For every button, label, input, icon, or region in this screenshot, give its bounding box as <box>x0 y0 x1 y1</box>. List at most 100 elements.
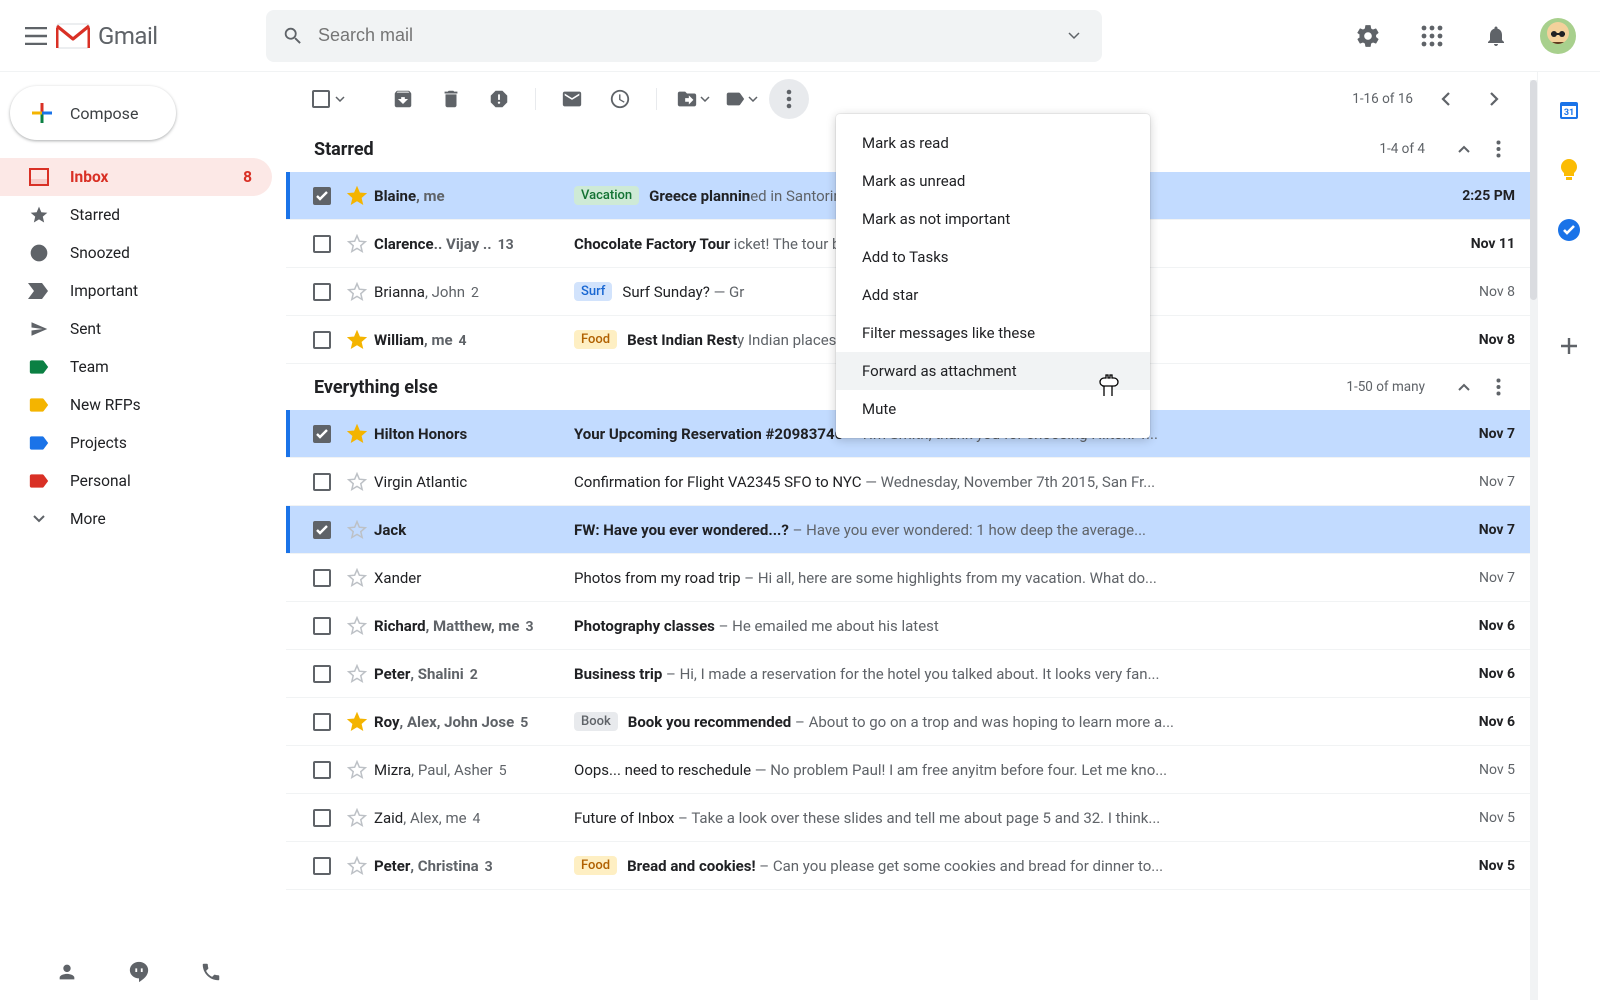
header-actions <box>1348 16 1576 56</box>
sidebar-item-label: More <box>70 510 106 528</box>
menu-item-mark-as-not-important[interactable]: Mark as not important <box>836 200 1150 238</box>
delete-icon[interactable] <box>431 79 471 119</box>
sidebar-item-snoozed[interactable]: Snoozed <box>0 234 272 272</box>
star-icon[interactable] <box>340 568 374 588</box>
search-options-icon[interactable] <box>1062 32 1086 40</box>
sidebar-item-more[interactable]: More <box>0 500 272 538</box>
row-checkbox[interactable] <box>304 809 340 827</box>
apps-icon[interactable] <box>1412 16 1452 56</box>
row-checkbox[interactable] <box>304 713 340 731</box>
labels-icon[interactable] <box>721 79 761 119</box>
row-checkbox[interactable] <box>304 857 340 875</box>
mail-row[interactable]: Peter, Christina3FoodBread and cookies! … <box>286 842 1537 890</box>
menu-icon[interactable] <box>16 16 56 56</box>
account-avatar[interactable] <box>1540 18 1576 54</box>
sidebar-item-new-rfps[interactable]: New RFPs <box>0 386 272 424</box>
star-icon[interactable] <box>340 616 374 636</box>
compose-button[interactable]: Compose <box>10 86 176 140</box>
chevron-up-icon[interactable] <box>1447 144 1481 154</box>
row-checkbox[interactable] <box>304 569 340 587</box>
sidebar-item-important[interactable]: Important <box>0 272 272 310</box>
label-chip[interactable]: Surf <box>574 282 612 301</box>
next-page-icon[interactable] <box>1479 91 1509 107</box>
label-icon <box>28 473 50 489</box>
snooze-icon[interactable] <box>600 79 640 119</box>
star-icon[interactable] <box>340 472 374 492</box>
row-checkbox[interactable] <box>304 665 340 683</box>
label-chip[interactable]: Book <box>574 712 618 731</box>
tasks-icon[interactable] <box>1557 218 1581 242</box>
star-icon[interactable] <box>340 520 374 540</box>
section-more-icon[interactable] <box>1481 140 1515 158</box>
star-icon[interactable] <box>340 760 374 780</box>
row-checkbox[interactable] <box>304 761 340 779</box>
row-checkbox[interactable] <box>304 473 340 491</box>
prev-page-icon[interactable] <box>1431 91 1461 107</box>
sidebar-item-projects[interactable]: Projects <box>0 424 272 462</box>
important-icon <box>28 283 50 299</box>
row-checkbox[interactable] <box>304 187 340 205</box>
menu-item-filter-messages-like-these[interactable]: Filter messages like these <box>836 314 1150 352</box>
row-date: Nov 11 <box>1445 236 1515 252</box>
sidebar-item-inbox[interactable]: Inbox8 <box>0 158 272 196</box>
sidebar-item-personal[interactable]: Personal <box>0 462 272 500</box>
mail-row[interactable]: Peter, Shalini2Business trip – Hi, I mad… <box>286 650 1537 698</box>
add-addon-icon[interactable] <box>1557 334 1581 358</box>
menu-item-add-star[interactable]: Add star <box>836 276 1150 314</box>
sidebar-item-sent[interactable]: Sent <box>0 310 272 348</box>
mail-row[interactable]: Zaid, Alex, me4Future of Inbox – Take a … <box>286 794 1537 842</box>
section-more-icon[interactable] <box>1481 378 1515 396</box>
row-checkbox[interactable] <box>304 235 340 253</box>
sender: Zaid, Alex, me4 <box>374 809 574 827</box>
mail-row[interactable]: Virgin AtlanticConfirmation for Flight V… <box>286 458 1537 506</box>
search-input[interactable] <box>318 25 1062 46</box>
move-to-icon[interactable] <box>673 79 713 119</box>
search-bar[interactable] <box>266 10 1102 62</box>
sidebar-item-team[interactable]: Team <box>0 348 272 386</box>
star-icon[interactable] <box>340 186 374 206</box>
mail-row[interactable]: Richard, Matthew, me3Photography classes… <box>286 602 1537 650</box>
row-checkbox[interactable] <box>304 283 340 301</box>
hangouts-icon[interactable] <box>128 960 150 984</box>
row-checkbox[interactable] <box>304 425 340 443</box>
scrollbar-thumb[interactable] <box>1530 80 1537 300</box>
star-icon[interactable] <box>340 234 374 254</box>
star-icon[interactable] <box>340 712 374 732</box>
label-chip[interactable]: Food <box>574 330 617 349</box>
label-chip[interactable]: Food <box>574 856 617 875</box>
sidebar-item-starred[interactable]: Starred <box>0 196 272 234</box>
archive-icon[interactable] <box>383 79 423 119</box>
menu-item-add-to-tasks[interactable]: Add to Tasks <box>836 238 1150 276</box>
star-icon[interactable] <box>340 330 374 350</box>
star-icon[interactable] <box>340 856 374 876</box>
app-logo[interactable]: Gmail <box>56 22 236 50</box>
section-count: 1-4 of 4 <box>1379 141 1425 157</box>
star-icon[interactable] <box>340 664 374 684</box>
more-icon[interactable] <box>769 79 809 119</box>
row-checkbox[interactable] <box>304 521 340 539</box>
keep-icon[interactable] <box>1557 158 1581 182</box>
row-checkbox[interactable] <box>304 331 340 349</box>
star-icon[interactable] <box>340 282 374 302</box>
spam-icon[interactable] <box>479 79 519 119</box>
label-chip[interactable]: Vacation <box>574 186 639 205</box>
menu-item-mark-as-read[interactable]: Mark as read <box>836 124 1150 162</box>
sender: Jack <box>374 521 574 539</box>
star-icon[interactable] <box>340 424 374 444</box>
calendar-icon[interactable]: 31 <box>1557 98 1581 122</box>
label-icon <box>28 359 50 375</box>
star-icon[interactable] <box>340 808 374 828</box>
settings-icon[interactable] <box>1348 16 1388 56</box>
mark-read-icon[interactable] <box>552 79 592 119</box>
notifications-icon[interactable] <box>1476 16 1516 56</box>
chevron-up-icon[interactable] <box>1447 382 1481 392</box>
mail-row[interactable]: JackFW: Have you ever wondered...? – Hav… <box>286 506 1537 554</box>
contacts-icon[interactable] <box>56 961 78 983</box>
menu-item-mark-as-unread[interactable]: Mark as unread <box>836 162 1150 200</box>
select-all[interactable] <box>306 84 351 114</box>
mail-row[interactable]: XanderPhotos from my road trip – Hi all,… <box>286 554 1537 602</box>
mail-row[interactable]: Roy, Alex, John Jose5BookBook you recomm… <box>286 698 1537 746</box>
mail-row[interactable]: Mizra, Paul, Asher5Oops... need to resch… <box>286 746 1537 794</box>
phone-icon[interactable] <box>200 961 222 983</box>
row-checkbox[interactable] <box>304 617 340 635</box>
